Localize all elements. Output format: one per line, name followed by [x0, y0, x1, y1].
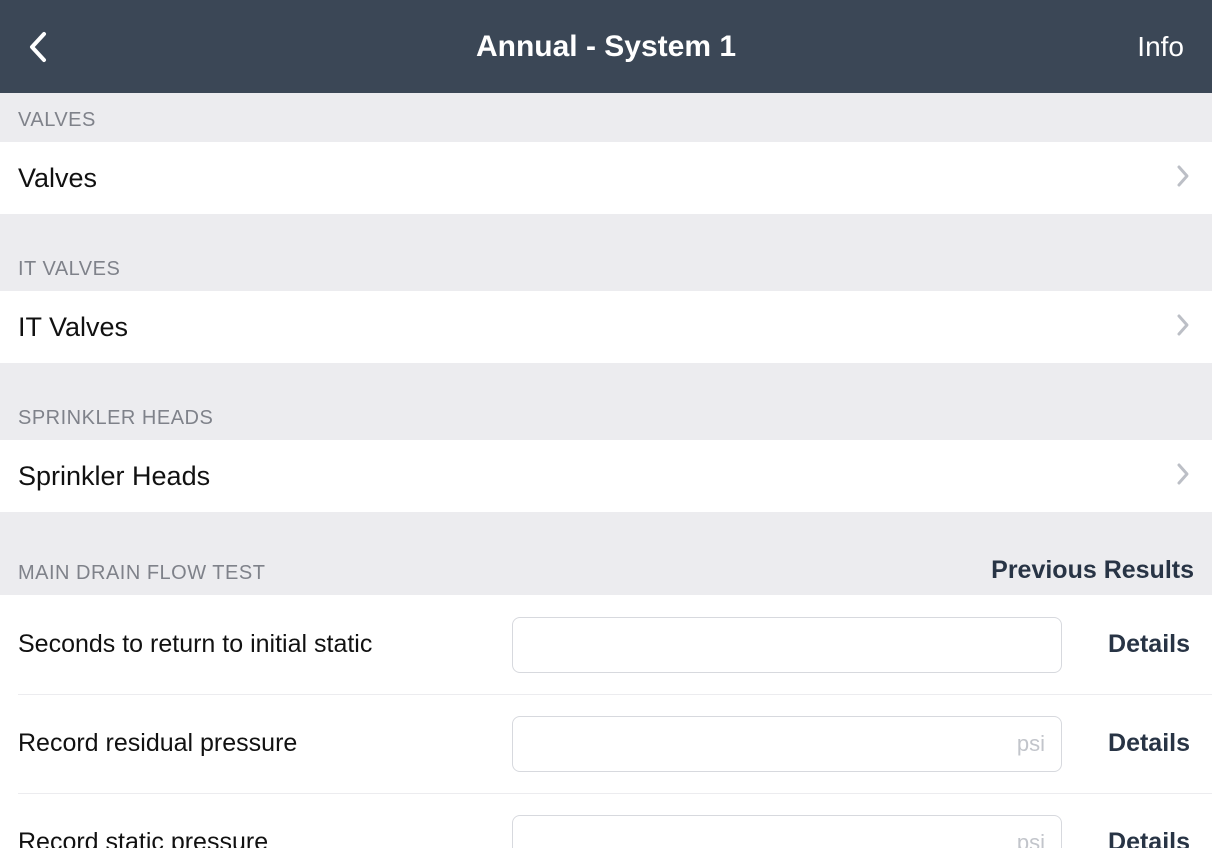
section-header-it-valves: IT VALVES [0, 214, 1212, 291]
field-input-wrap [512, 815, 1084, 848]
nav-row-it-valves[interactable]: IT Valves [0, 291, 1212, 363]
form-rows-main-drain: Seconds to return to initial static Deta… [0, 595, 1212, 848]
chevron-right-icon [1176, 462, 1190, 491]
chevron-right-icon [1176, 313, 1190, 342]
nav-row-sprinkler-heads[interactable]: Sprinkler Heads [0, 440, 1212, 512]
form-row-static-pressure: Record static pressure Details [0, 793, 1212, 848]
nav-row-label: Sprinkler Heads [18, 461, 210, 492]
seconds-return-input[interactable] [512, 617, 1062, 673]
back-button[interactable] [18, 27, 58, 67]
nav-row-valves[interactable]: Valves [0, 142, 1212, 214]
nav-row-label: Valves [18, 163, 97, 194]
chevron-right-icon [1176, 164, 1190, 193]
page-title: Annual - System 1 [476, 30, 736, 64]
residual-pressure-input[interactable] [512, 716, 1062, 772]
field-input-wrap [512, 617, 1084, 673]
nav-row-label: IT Valves [18, 312, 128, 343]
field-label: Record residual pressure [18, 729, 488, 758]
section-header-main-drain: MAIN DRAIN FLOW TEST Previous Results [0, 512, 1212, 595]
form-row-residual-pressure: Record residual pressure Details [0, 694, 1212, 793]
section-label: IT VALVES [18, 258, 120, 281]
static-pressure-input[interactable] [512, 815, 1062, 848]
field-input-wrap [512, 716, 1084, 772]
details-link[interactable]: Details [1108, 828, 1194, 848]
section-header-sprinkler-heads: SPRINKLER HEADS [0, 363, 1212, 440]
section-label: VALVES [18, 109, 96, 132]
section-label: MAIN DRAIN FLOW TEST [18, 562, 265, 585]
field-label: Record static pressure [18, 828, 488, 848]
details-link[interactable]: Details [1108, 630, 1194, 659]
section-header-valves: VALVES [0, 93, 1212, 142]
info-button[interactable]: Info [1137, 31, 1184, 63]
header-bar: Annual - System 1 Info [0, 0, 1212, 93]
field-label: Seconds to return to initial static [18, 630, 488, 659]
details-link[interactable]: Details [1108, 729, 1194, 758]
previous-results-link[interactable]: Previous Results [991, 556, 1194, 585]
form-row-seconds-return: Seconds to return to initial static Deta… [0, 595, 1212, 694]
section-label: SPRINKLER HEADS [18, 407, 213, 430]
chevron-left-icon [28, 30, 48, 64]
